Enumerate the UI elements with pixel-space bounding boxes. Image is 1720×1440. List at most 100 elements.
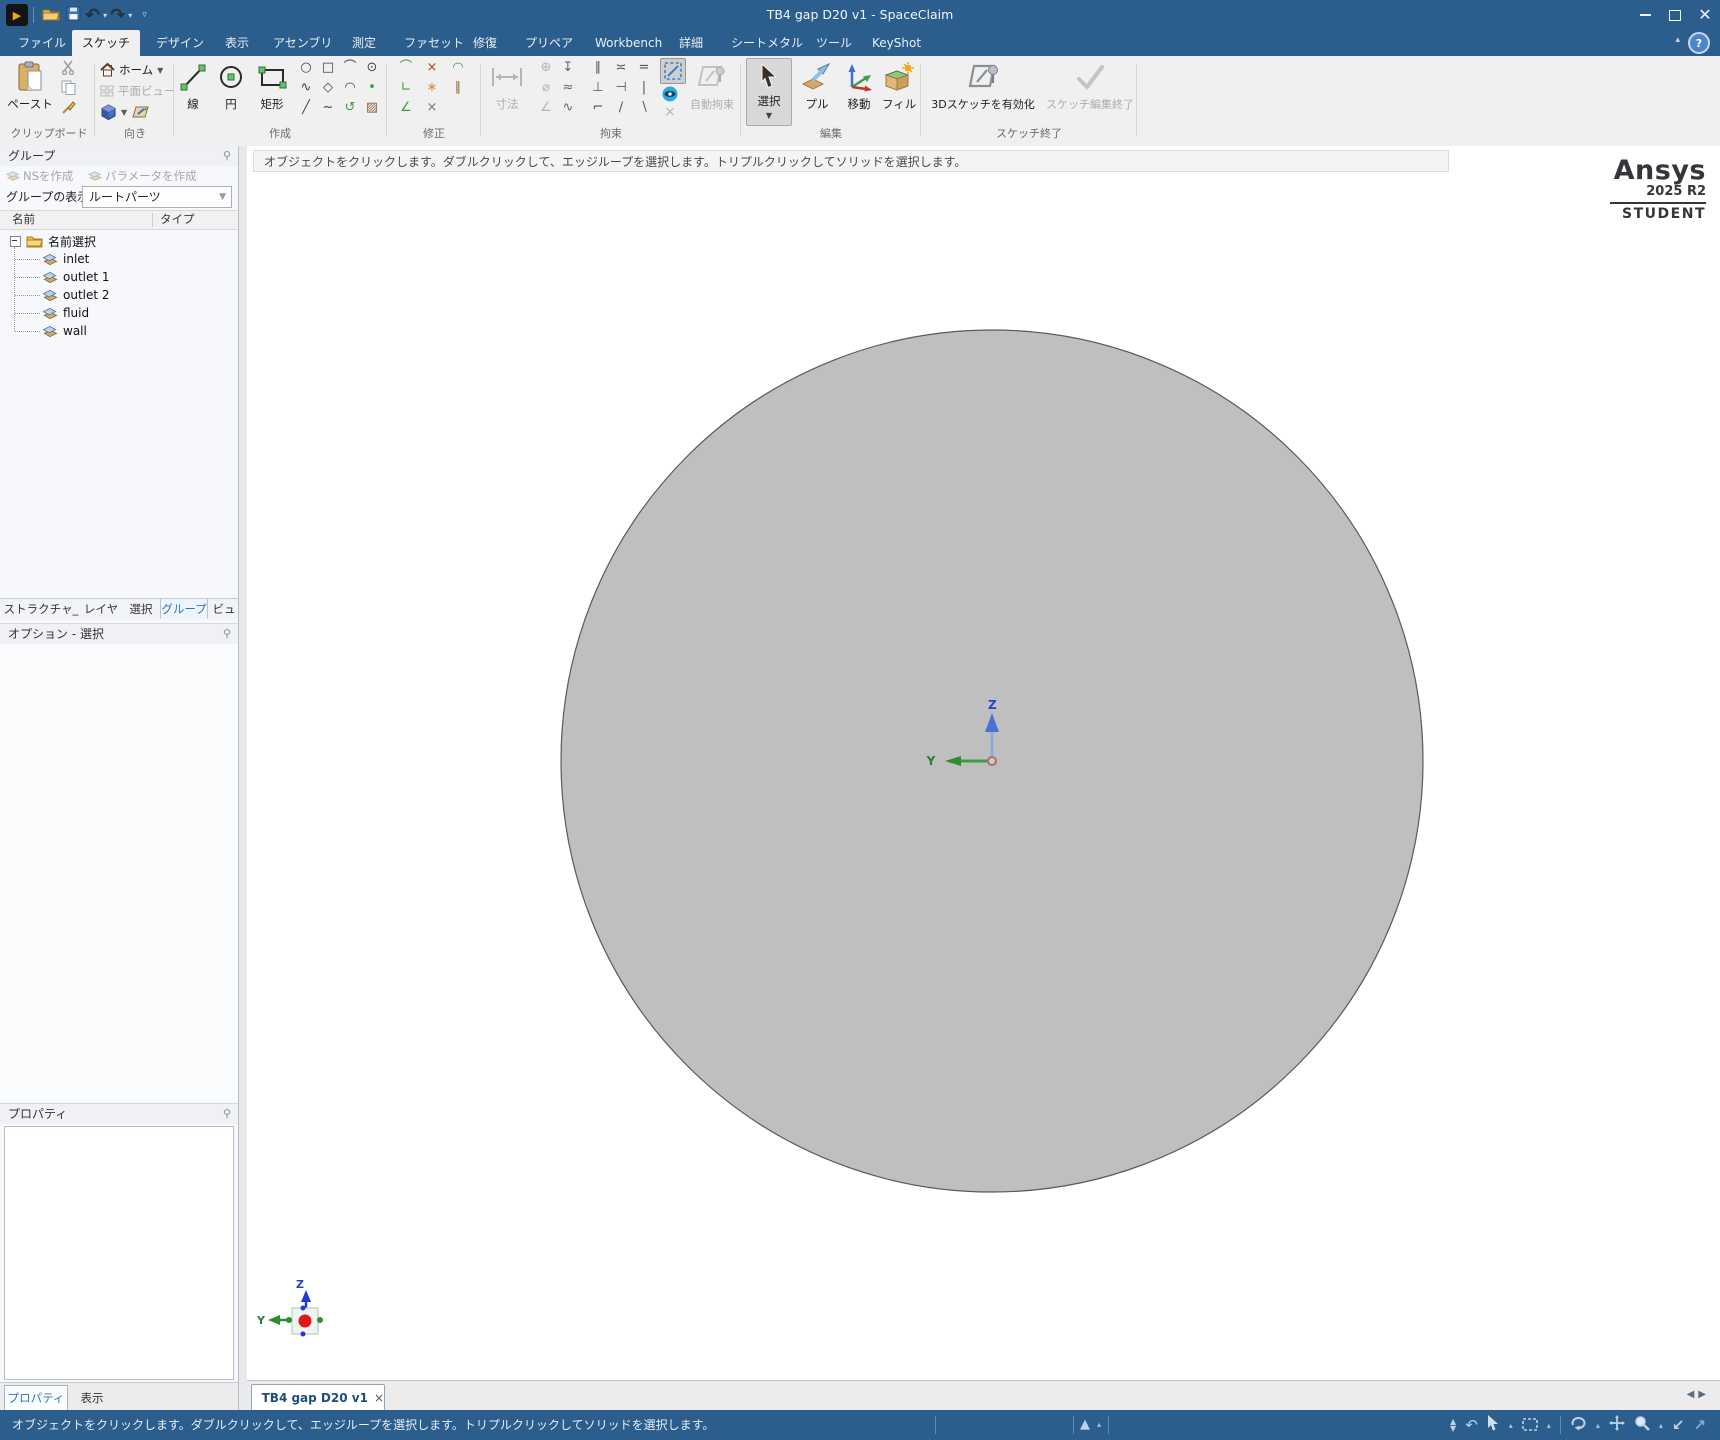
- tree-root-row[interactable]: 名前選択: [26, 232, 96, 250]
- tab-views[interactable]: ビュー: [208, 599, 240, 619]
- construction-line-icon[interactable]: ╱: [296, 99, 316, 117]
- document-close-icon[interactable]: ×: [374, 1391, 384, 1405]
- tab-workbench[interactable]: Workbench: [585, 30, 672, 56]
- line-tool-button[interactable]: 線: [176, 58, 210, 112]
- trim-away-icon[interactable]: ×: [422, 59, 442, 77]
- ellipse-axis-icon[interactable]: ◇: [318, 79, 338, 97]
- snap-icon[interactable]: ⊕: [536, 59, 556, 77]
- rotate-view-icon[interactable]: [1570, 1415, 1587, 1435]
- tab-groups[interactable]: グループ: [160, 599, 208, 619]
- mirror-constraint-icon[interactable]: ∿: [558, 99, 578, 117]
- tab-sketch[interactable]: スケッチ: [72, 30, 140, 56]
- spline-icon[interactable]: ∿: [296, 79, 316, 97]
- tab-keyshot[interactable]: KeyShot: [862, 30, 931, 56]
- document-tab[interactable]: TB4 gap D20 v1 ×: [251, 1384, 385, 1410]
- select-dropdown-icon[interactable]: ▴: [1509, 1421, 1513, 1430]
- offset-curve-icon[interactable]: ∥: [448, 79, 468, 97]
- sweep-arc-icon[interactable]: ↺: [340, 99, 360, 117]
- tab-prepare[interactable]: プリペア: [515, 30, 583, 56]
- enable-3d-sketch-button[interactable]: 3Dスケッチを有効化: [924, 58, 1042, 112]
- circle-tool-button[interactable]: 円: [214, 58, 248, 112]
- view-angle-dropdown-icon[interactable]: ▴: [1097, 1420, 1101, 1429]
- three-point-arc-icon[interactable]: ◠: [340, 79, 360, 97]
- sketch-mode-sheet-icon[interactable]: [132, 104, 150, 120]
- tab-nav-arrows[interactable]: ◀▶: [1687, 1389, 1710, 1400]
- tree-collapse-box[interactable]: [10, 236, 21, 247]
- pull-button[interactable]: プル: [798, 58, 836, 112]
- tree-item-wall[interactable]: wall: [42, 322, 87, 340]
- close-button[interactable]: ✕: [1690, 0, 1720, 30]
- delete-curve-icon[interactable]: ×: [422, 99, 442, 117]
- tangent-icon[interactable]: ⌐: [588, 99, 608, 117]
- tangent-arc-icon[interactable]: ⌒: [340, 59, 360, 77]
- tab-repair[interactable]: 修復: [463, 30, 507, 56]
- tab-detail[interactable]: 詳細: [669, 30, 713, 56]
- pin-icon[interactable]: ⚲: [223, 150, 231, 162]
- create-ns-button[interactable]: NSを作成: [6, 168, 73, 186]
- close-curve-icon[interactable]: ◠: [448, 59, 468, 77]
- tab-measure[interactable]: 測定: [342, 30, 386, 56]
- tab-sheetmetal[interactable]: シートメタル: [721, 30, 813, 56]
- spin-updown-icon[interactable]: ▲▼: [1450, 1418, 1456, 1432]
- ellipse-icon[interactable]: ○: [296, 59, 316, 77]
- auto-constraint-button[interactable]: 自動拘束: [686, 58, 738, 112]
- fix-icon[interactable]: ∖: [634, 99, 654, 117]
- pin-constraint-icon[interactable]: ↧: [558, 59, 578, 77]
- zoom-dropdown-icon[interactable]: ▴: [1659, 1421, 1663, 1430]
- box-select-icon[interactable]: [1522, 1416, 1538, 1435]
- plan-view-button[interactable]: 平面ビュー: [100, 81, 176, 101]
- create-parameter-button[interactable]: パラメータを作成: [88, 168, 197, 186]
- polygon-icon[interactable]: □: [318, 59, 338, 77]
- format-painter-icon[interactable]: [58, 100, 78, 118]
- tab-facets[interactable]: ファセット: [394, 30, 474, 56]
- corner-icon[interactable]: ∟: [396, 79, 416, 97]
- home-view-button[interactable]: ホーム ▼: [100, 60, 163, 80]
- maximize-button[interactable]: [1660, 0, 1690, 30]
- tab-structure[interactable]: ストラクチャ_: [2, 599, 80, 619]
- tree-item-outlet2[interactable]: outlet 2: [42, 286, 110, 304]
- fill-button[interactable]: フィル: [882, 58, 916, 112]
- equal-distance-icon[interactable]: ≈: [558, 79, 578, 97]
- tab-display[interactable]: 表示: [70, 1385, 114, 1411]
- point-icon[interactable]: •: [362, 79, 382, 97]
- view-angle-icon[interactable]: ▲: [1080, 1410, 1090, 1440]
- coincident-icon[interactable]: |: [634, 79, 654, 97]
- help-icon[interactable]: ?: [1688, 32, 1710, 54]
- select-cursor-tool-icon[interactable]: [1487, 1415, 1500, 1435]
- end-sketch-edit-button[interactable]: スケッチ編集終了: [1046, 58, 1134, 112]
- move-button[interactable]: 移動: [840, 58, 878, 112]
- tab-design[interactable]: デザイン: [146, 30, 214, 56]
- tab-properties[interactable]: プロパティ: [4, 1385, 68, 1411]
- zoom-view-icon[interactable]: [1634, 1415, 1650, 1435]
- select-button[interactable]: 選択 ▼: [746, 58, 792, 126]
- pin-icon[interactable]: ⚲: [223, 628, 231, 640]
- midpoint-icon[interactable]: ⊣: [611, 79, 631, 97]
- curve-icon[interactable]: ~: [318, 99, 338, 117]
- select-undo-icon[interactable]: ↶: [1465, 1410, 1478, 1440]
- group-display-dropdown[interactable]: ルートパーツ ▼: [82, 186, 232, 208]
- tab-file[interactable]: ファイル: [8, 30, 76, 56]
- rotate-dropdown-icon[interactable]: ▴: [1596, 1421, 1600, 1430]
- symmetry-icon[interactable]: ∕: [611, 99, 631, 117]
- cube-3d-icon[interactable]: [100, 104, 117, 121]
- equal-icon[interactable]: =: [634, 59, 654, 77]
- tree-item-fluid[interactable]: fluid: [42, 304, 89, 322]
- tab-selection[interactable]: 選択: [122, 599, 160, 619]
- tab-tools[interactable]: ツール: [806, 30, 862, 56]
- modeling-canvas[interactable]: Z Y オブジェクトをクリックします。ダブルクリックして、エッジループを選択しま…: [247, 146, 1720, 1410]
- zoom-out-arrow-icon[interactable]: ↗: [1693, 1410, 1706, 1440]
- show-hide-eye-icon[interactable]: [660, 86, 680, 104]
- concentric-icon[interactable]: ≍: [611, 59, 631, 77]
- construction-circle-icon[interactable]: ⊙: [362, 59, 382, 77]
- minimize-button[interactable]: [1630, 0, 1660, 30]
- rectangle-tool-button[interactable]: 矩形: [252, 58, 292, 112]
- tree-item-inlet[interactable]: inlet: [42, 250, 89, 268]
- perpendicular-icon[interactable]: ⊥: [588, 79, 608, 97]
- tab-layers[interactable]: レイヤ: [80, 599, 122, 619]
- bend-icon[interactable]: ∠: [396, 99, 416, 117]
- box-select-dropdown-icon[interactable]: ▴: [1547, 1421, 1551, 1430]
- dimension-button[interactable]: 寸法: [484, 58, 530, 112]
- curvature-icon[interactable]: ∠: [536, 99, 556, 117]
- project-to-sketch-icon[interactable]: ▨: [362, 99, 382, 117]
- zoom-in-arrow-icon[interactable]: ↙: [1672, 1410, 1685, 1440]
